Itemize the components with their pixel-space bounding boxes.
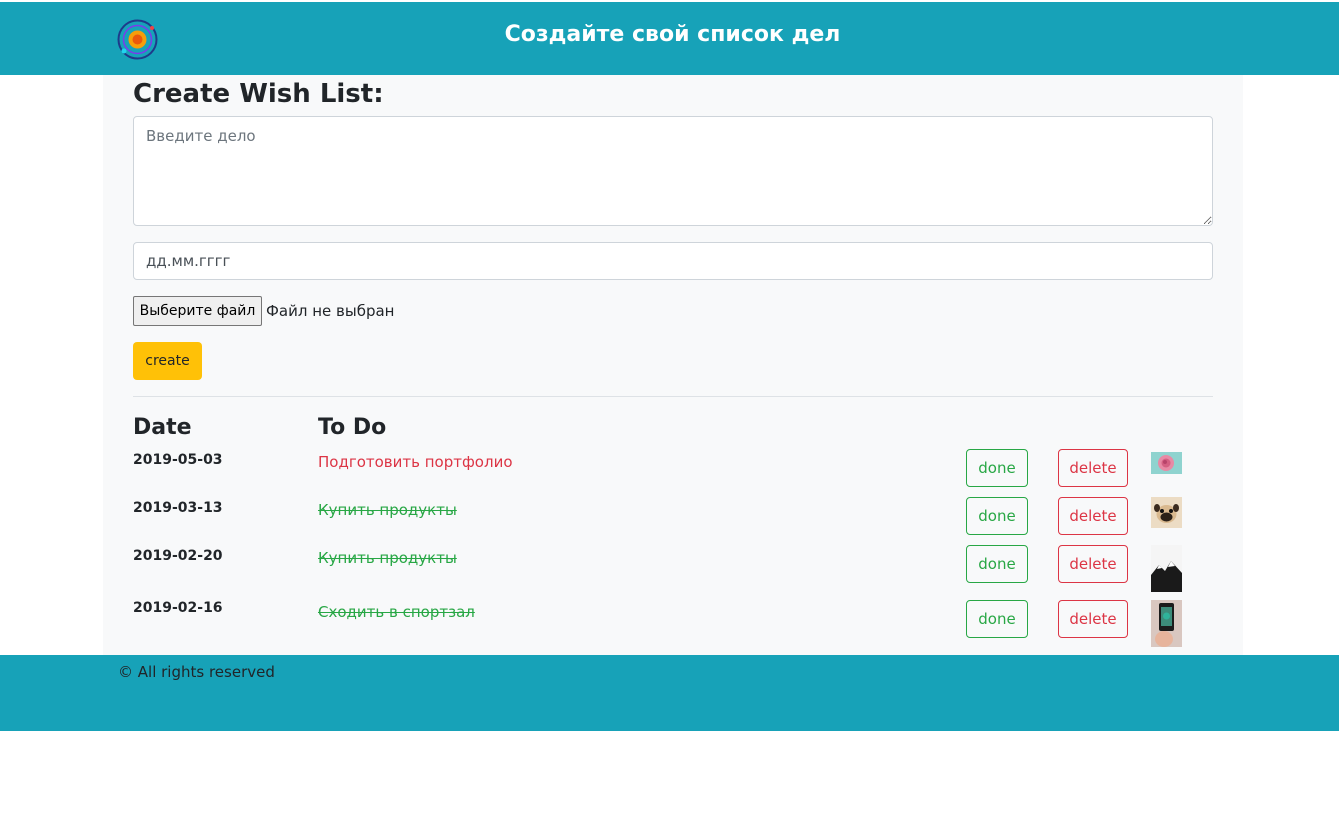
item-task: Сходить в спортзал <box>318 603 475 621</box>
delete-button[interactable]: delete <box>1058 600 1128 638</box>
item-task: Купить продукты <box>318 501 457 519</box>
phone-photo-icon[interactable] <box>1151 600 1182 647</box>
page-title: Создайте свой список дел <box>504 22 841 47</box>
item-date: 2019-03-13 <box>133 500 223 516</box>
item-task: Подготовить портфолио <box>318 453 513 471</box>
main-content: Create Wish List: дд.мм.гггг Выберите фа… <box>103 75 1243 655</box>
date-field[interactable]: дд.мм.гггг <box>133 242 1213 280</box>
list-item: 2019-03-13 Купить продукты done delete <box>103 497 1243 541</box>
list-item: 2019-02-16 Сходить в спортзал done delet… <box>103 600 1243 648</box>
delete-button[interactable]: delete <box>1058 497 1128 535</box>
done-button[interactable]: done <box>966 600 1028 638</box>
list-item: 2019-02-20 Купить продукты done delete <box>103 545 1243 593</box>
done-button[interactable]: done <box>966 497 1028 535</box>
file-status-text: Файл не выбран <box>266 302 395 320</box>
item-date: 2019-05-03 <box>133 452 223 468</box>
app-footer: © All rights reserved <box>0 655 1339 731</box>
copyright-text: © All rights reserved <box>118 663 275 681</box>
divider <box>133 396 1213 397</box>
app-header: Создайте свой список дел <box>0 2 1339 75</box>
done-button[interactable]: done <box>966 449 1028 487</box>
column-header-date: Date <box>133 415 192 440</box>
item-date: 2019-02-16 <box>133 600 223 616</box>
item-date: 2019-02-20 <box>133 548 223 564</box>
task-input[interactable] <box>133 116 1213 226</box>
delete-button[interactable]: delete <box>1058 449 1128 487</box>
mountain-photo-icon[interactable] <box>1151 545 1182 592</box>
create-button[interactable]: create <box>133 342 202 380</box>
delete-button[interactable]: delete <box>1058 545 1128 583</box>
pug-photo-icon[interactable] <box>1151 497 1182 528</box>
item-task: Купить продукты <box>318 549 457 567</box>
form-heading: Create Wish List: <box>133 79 384 109</box>
rose-photo-icon[interactable] <box>1151 452 1182 474</box>
list-item: 2019-05-03 Подготовить портфолио done de… <box>103 449 1243 493</box>
choose-file-button[interactable]: Выберите файл <box>133 296 262 326</box>
done-button[interactable]: done <box>966 545 1028 583</box>
column-header-todo: To Do <box>318 415 387 440</box>
